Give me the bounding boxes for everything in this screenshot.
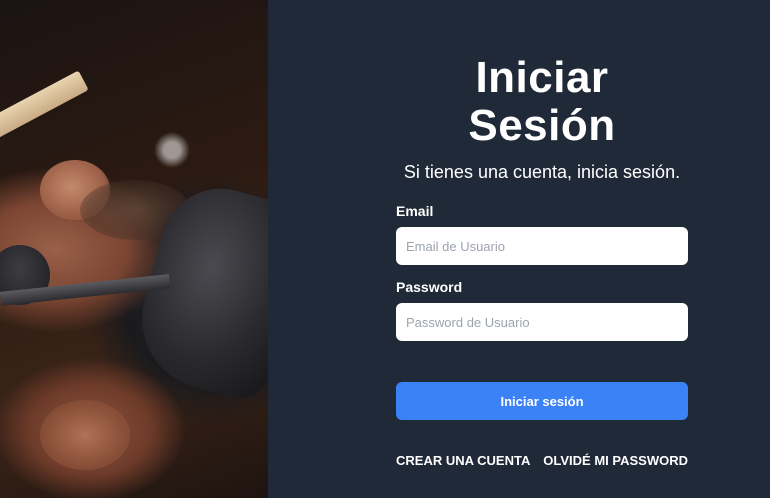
page-title-line1: Iniciar — [475, 53, 609, 102]
password-field[interactable] — [396, 303, 688, 341]
hero-image-barber — [0, 0, 268, 498]
login-panel: Iniciar Sesión Si tienes una cuenta, ini… — [268, 0, 770, 498]
login-button[interactable]: Iniciar sesión — [396, 382, 688, 420]
page-title-line2: Sesión — [468, 101, 616, 150]
razor-handle-shape — [0, 70, 89, 142]
login-page: Iniciar Sesión Si tienes una cuenta, ini… — [0, 0, 770, 498]
page-title: Iniciar Sesión — [396, 54, 688, 150]
email-field[interactable] — [396, 227, 688, 265]
forgot-password-link[interactable]: OLVIDÉ MI PASSWORD — [543, 453, 688, 468]
ear-shape — [40, 400, 130, 470]
email-label: Email — [396, 203, 434, 219]
password-label: Password — [396, 279, 463, 295]
create-account-link[interactable]: CREAR UNA CUENTA — [396, 453, 530, 468]
page-subtitle: Si tienes una cuenta, inicia sesión. — [403, 162, 681, 182]
